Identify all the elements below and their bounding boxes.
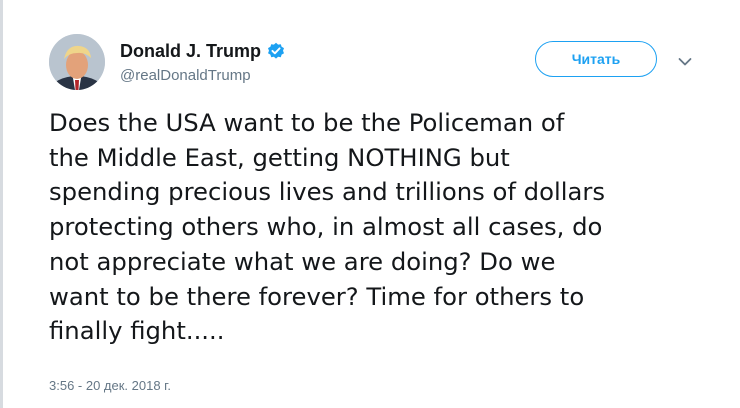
tweet-timestamp[interactable]: 3:56 - 20 дек. 2018 г. (49, 378, 171, 393)
tweet-text: Does the USA want to be the Policeman of… (49, 106, 709, 349)
avatar[interactable] (49, 34, 105, 90)
tweet-line: finally fight..... (49, 316, 225, 346)
tweet-line: the Middle East, getting NOTHING but (49, 142, 510, 172)
author-name-text[interactable]: Donald J. Trump (120, 41, 261, 61)
tweet-line: protecting others who, in almost all cas… (49, 212, 603, 242)
author-handle[interactable]: @realDonaldTrump (120, 67, 251, 84)
tweet-line: want to be there forever? Time for other… (49, 281, 585, 311)
tweet-line: not appreciate what we are doing? Do we (49, 246, 556, 276)
chevron-down-icon[interactable] (677, 55, 693, 67)
verified-badge-icon (267, 42, 285, 60)
tweet-line: Does the USA want to be the Policeman of (49, 108, 565, 137)
tweet-card: Donald J. Trump @realDonaldTrump Читать … (0, 0, 740, 408)
author-name[interactable]: Donald J. Trump (120, 41, 285, 61)
follow-button[interactable]: Читать (535, 41, 657, 77)
tweet-line: spending precious lives and trillions of… (49, 177, 606, 207)
